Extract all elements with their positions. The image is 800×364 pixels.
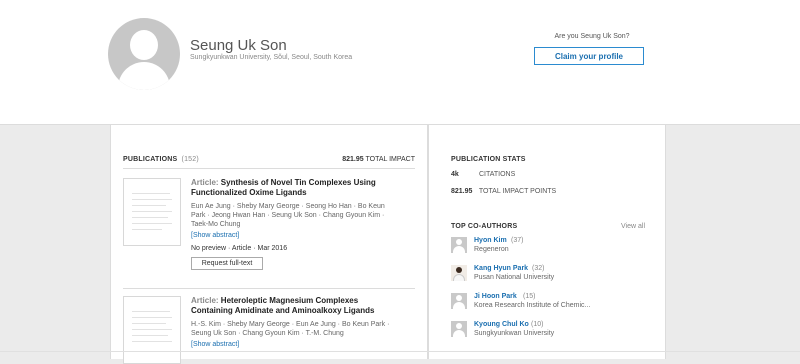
citations-stat: 4k CITATIONS <box>451 171 515 178</box>
coauthor-count: (37) <box>511 237 524 244</box>
impact-label: TOTAL IMPACT <box>365 156 415 163</box>
top-coauthors-heading: TOP CO-AUTHORS <box>451 223 518 230</box>
publication-title-text[interactable]: Heteroleptic Magnesium Complexes Contain… <box>191 296 374 315</box>
show-abstract-link[interactable]: [Show abstract] <box>191 340 401 349</box>
publication-stats-heading: PUBLICATION STATS <box>451 156 526 163</box>
publication-thumbnail[interactable] <box>123 178 181 246</box>
publication-title[interactable]: Article: Synthesis of Novel Tin Complexe… <box>191 178 401 198</box>
publication-title-text[interactable]: Synthesis of Novel Tin Complexes Using F… <box>191 178 376 197</box>
publications-count: (152) <box>181 156 199 163</box>
profile-affiliation: Sungkyunkwan University, Sŏul, Seoul, So… <box>190 54 353 61</box>
coauthor-item[interactable]: Kyoung Chul Ko (10) Sungkyunkwan Univers… <box>451 321 651 341</box>
view-all-link[interactable]: View all <box>621 223 645 230</box>
publication-thumbnail[interactable] <box>123 296 181 364</box>
impact-value: 821.95 <box>342 156 364 163</box>
coauthor-count: (10) <box>531 321 544 328</box>
coauthor-name[interactable]: Ji Hoon Park <box>474 293 517 300</box>
person-photo <box>451 265 467 281</box>
impact-points-label: TOTAL IMPACT POINTS <box>478 188 557 195</box>
coauthor-item[interactable]: Ji Hoon Park (15) Korea Research Institu… <box>451 293 651 313</box>
coauthor-institution: Pusan National University <box>474 274 555 281</box>
show-abstract-link[interactable]: [Show abstract] <box>191 231 401 240</box>
impact-points-value: 821.95 <box>451 188 473 195</box>
publication-authors: H.-S. Kim · Sheby Mary George · Eun Ae J… <box>191 321 390 337</box>
coauthor-institution: Regeneron <box>474 246 509 253</box>
coauthor-name[interactable]: Hyon Kim <box>474 237 507 244</box>
divider <box>123 168 415 169</box>
publication-title[interactable]: Article: Heteroleptic Magnesium Complexe… <box>191 296 401 316</box>
person-silhouette-icon <box>451 237 467 253</box>
publications-heading-label: PUBLICATIONS <box>123 156 178 163</box>
claim-prompt: Are you Seung Uk Son? <box>554 33 630 40</box>
coauthor-name[interactable]: Kang Hyun Park <box>474 265 528 272</box>
publication-type: Article: <box>191 178 219 187</box>
publication-authors: Eun Ae Jung · Sheby Mary George · Seong … <box>191 203 385 228</box>
publications-panel: PUBLICATIONS (152) 821.95 TOTAL IMPACT A… <box>110 125 428 364</box>
coauthor-count: (32) <box>532 265 545 272</box>
publication-body: Article: Heteroleptic Magnesium Complexe… <box>191 296 401 349</box>
coauthor-name[interactable]: Kyoung Chul Ko <box>474 321 529 328</box>
profile-name: Seung Uk Son <box>190 37 287 54</box>
person-silhouette-icon <box>451 321 467 337</box>
publications-heading: PUBLICATIONS (152) <box>123 156 199 163</box>
coauthor-item[interactable]: Hyon Kim (37) Regeneron <box>451 237 651 257</box>
citations-label: CITATIONS <box>478 171 516 178</box>
person-silhouette-icon <box>451 293 467 309</box>
coauthor-count: (15) <box>523 293 536 300</box>
publication-type: Article: <box>191 296 219 305</box>
impact-points-stat: 821.95 TOTAL IMPACT POINTS <box>451 188 556 195</box>
publication-meta: No preview · Article · Mar 2016 <box>191 245 288 252</box>
profile-header: Seung Uk Son Sungkyunkwan University, Sŏ… <box>0 0 800 125</box>
divider <box>123 288 415 289</box>
profile-avatar-icon <box>108 18 180 90</box>
publications-impact: 821.95 TOTAL IMPACT <box>342 156 415 163</box>
claim-profile-button[interactable]: Claim your profile <box>534 47 644 65</box>
stats-panel: PUBLICATION STATS 4k CITATIONS 821.95 TO… <box>428 125 666 359</box>
request-full-text-button[interactable]: Request full-text <box>191 257 263 270</box>
citations-value: 4k <box>451 171 459 178</box>
coauthor-item[interactable]: Kang Hyun Park (32) Pusan National Unive… <box>451 265 651 285</box>
coauthor-institution: Korea Research Institute of Chemic... <box>474 302 591 309</box>
divider <box>0 351 800 352</box>
coauthor-institution: Sungkyunkwan University <box>474 330 555 337</box>
publication-body: Article: Synthesis of Novel Tin Complexe… <box>191 178 401 270</box>
